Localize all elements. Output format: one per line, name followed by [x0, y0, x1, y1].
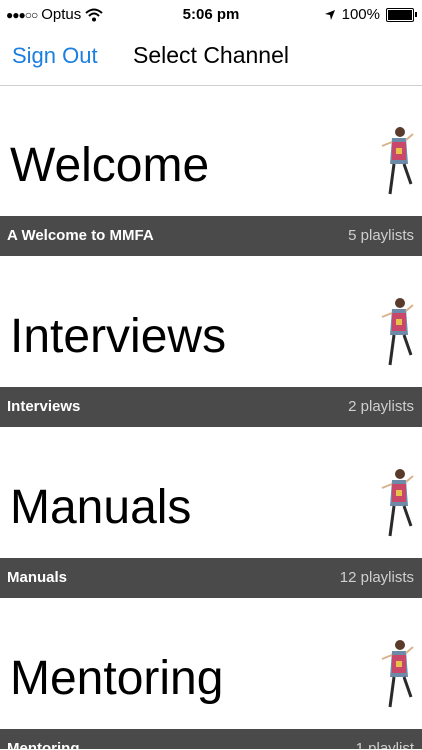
playlist-count: 12 playlists — [339, 569, 414, 586]
sign-out-button[interactable]: Sign Out — [12, 43, 98, 69]
channel-item-welcome[interactable]: Welcome A Welcome to MMFA 5 playlists — [0, 86, 422, 257]
channel-footer: Mentoring 1 playlist — [0, 729, 422, 749]
navigation-bar: Sign Out Select Channel — [0, 30, 422, 86]
channel-hero-text: Manuals — [10, 481, 192, 534]
playlist-count: 2 playlists — [348, 398, 414, 415]
playlist-count: 1 playlist — [355, 740, 414, 749]
dancer-logo-icon — [381, 127, 414, 195]
channel-name: Manuals — [7, 569, 68, 586]
page-title: Select Channel — [133, 42, 289, 68]
status-right: 100% — [324, 0, 417, 30]
channel-list: Welcome A Welcome to MMFA 5 playlists In… — [0, 86, 422, 749]
channel-footer: A Welcome to MMFA 5 playlists — [0, 216, 422, 256]
dancer-logo-icon — [381, 298, 414, 366]
channel-name: Interviews — [7, 398, 81, 415]
channel-hero-text: Mentoring — [10, 652, 224, 705]
dancer-logo-icon — [381, 640, 414, 708]
channel-hero: Manuals — [0, 428, 422, 558]
dancer-logo-icon — [381, 469, 414, 537]
channel-hero: Welcome — [0, 86, 422, 216]
channel-footer: Manuals 12 playlists — [0, 558, 422, 598]
channel-item-interviews[interactable]: Interviews Interviews 2 playlists — [0, 257, 422, 428]
battery-percent: 100% — [341, 6, 380, 23]
channel-name: A Welcome to MMFA — [7, 227, 154, 244]
playlist-count: 5 playlists — [348, 227, 414, 244]
channel-name: Mentoring — [7, 740, 80, 749]
channel-hero: Mentoring — [0, 599, 422, 729]
channel-hero-text: Welcome — [10, 139, 210, 192]
channel-footer: Interviews 2 playlists — [0, 387, 422, 427]
location-arrow-icon — [324, 10, 335, 20]
channel-item-manuals[interactable]: Manuals Manuals 12 playlists — [0, 428, 422, 599]
channel-item-mentoring[interactable]: Mentoring Mentoring 1 playlist — [0, 599, 422, 749]
channel-hero: Interviews — [0, 257, 422, 387]
channel-hero-text: Interviews — [10, 310, 227, 363]
battery-icon — [386, 8, 417, 22]
status-bar: ●●●○○ Optus 5:06 pm 100% — [0, 0, 422, 30]
